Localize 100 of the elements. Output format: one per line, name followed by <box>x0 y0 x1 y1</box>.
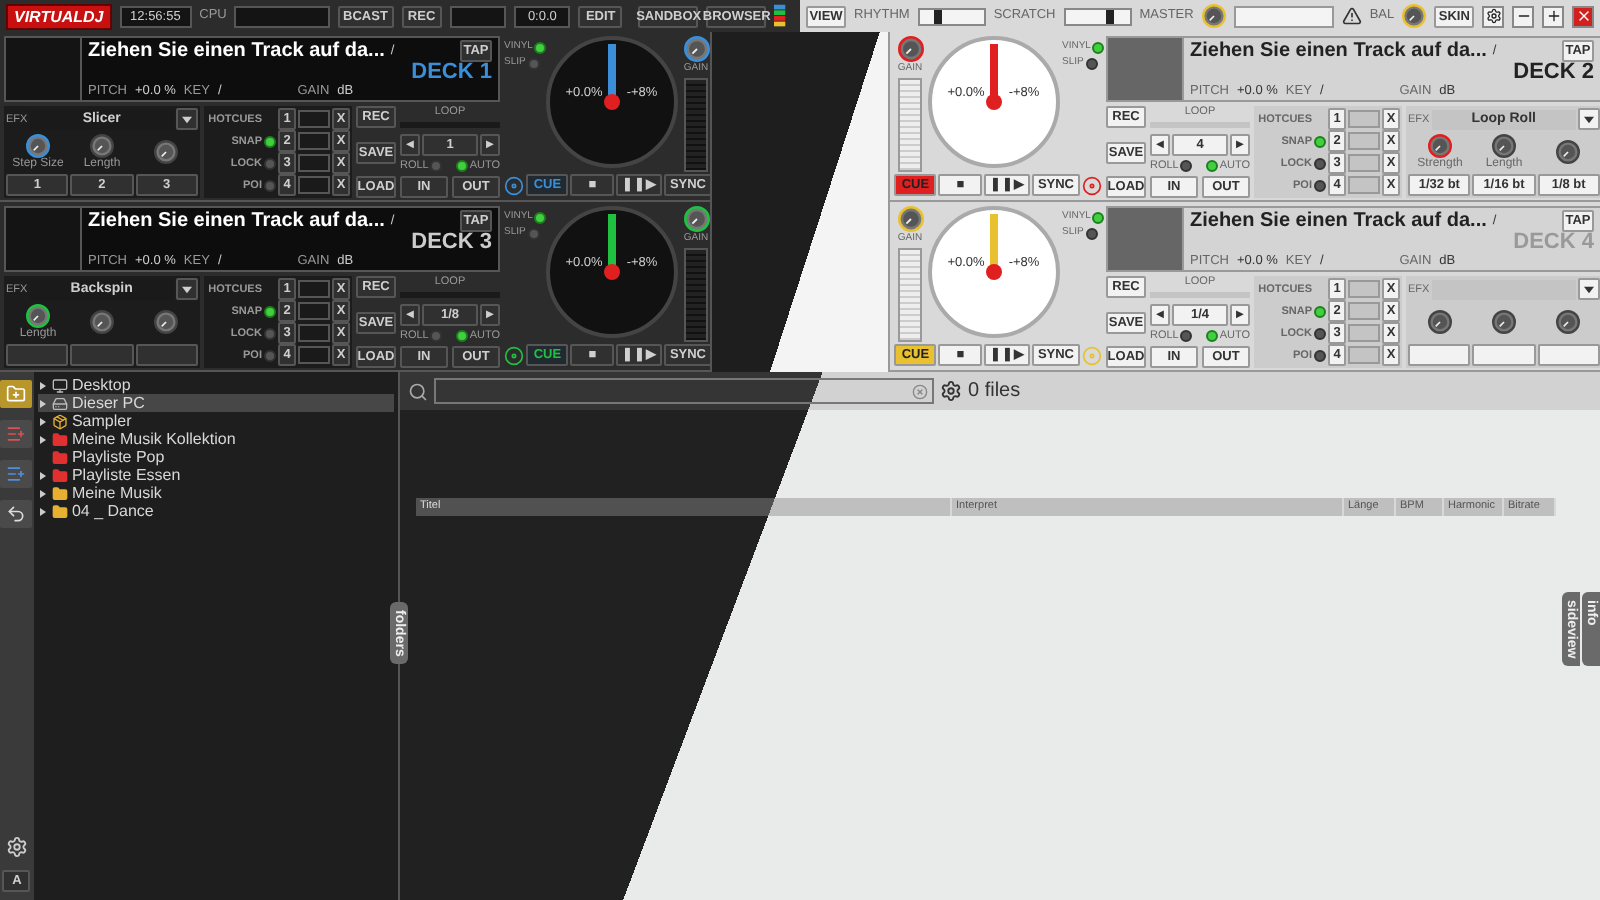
list-plus-icon <box>6 464 27 484</box>
expander-icon[interactable] <box>39 381 46 389</box>
effect-knob[interactable] <box>90 310 114 335</box>
effect-button[interactable] <box>1408 344 1471 367</box>
folder-name: Sampler <box>71 412 132 430</box>
master-knob[interactable] <box>1201 4 1226 28</box>
color-bars-icon[interactable] <box>774 4 786 28</box>
minimize-button[interactable] <box>1512 5 1535 27</box>
center-dot <box>986 264 1002 280</box>
record-display <box>449 5 506 27</box>
track-title: Ziehen Sie einen Track auf da... <box>1190 40 1487 62</box>
expander-icon[interactable] <box>39 399 46 407</box>
folder-tree-item[interactable]: 04 _ Dance <box>37 502 394 520</box>
hotcue-pad <box>298 302 330 321</box>
add-folder-button[interactable] <box>0 380 33 408</box>
deck-name: DECK 2 <box>1513 62 1594 84</box>
back-arrow-icon <box>6 504 27 524</box>
disc-icon[interactable] <box>504 175 524 195</box>
effect-knob[interactable] <box>1556 310 1580 335</box>
folder-tree-item[interactable]: Desktop <box>37 376 394 394</box>
effect-knob[interactable] <box>1428 133 1452 158</box>
folder-tree-item[interactable]: Playliste Pop <box>37 448 394 466</box>
hotcue-pad <box>1348 324 1380 343</box>
settings-button[interactable] <box>1482 5 1505 27</box>
caret-icon <box>1584 285 1594 294</box>
package-icon <box>51 413 68 429</box>
search-field[interactable] <box>434 378 934 404</box>
settings-icon <box>1485 8 1502 24</box>
center-dot <box>986 94 1002 110</box>
effect-knob[interactable] <box>90 133 114 158</box>
folder-tree-item[interactable]: Playliste Essen <box>37 466 394 484</box>
app-logo: VIRTUALDJ <box>6 3 112 29</box>
caret-icon <box>1584 115 1594 124</box>
folder-name: Dieser PC <box>71 394 145 412</box>
folder-name: Playliste Essen <box>71 466 181 484</box>
gain-knob[interactable] <box>897 206 923 232</box>
desktop-icon <box>51 377 68 393</box>
deck-name: DECK 4 <box>1513 232 1594 254</box>
effect-knob[interactable] <box>26 303 50 328</box>
track-title: Ziehen Sie einen Track auf da... <box>1190 210 1487 232</box>
folder-tree-item[interactable]: Dieser PC <box>37 394 394 412</box>
caret-icon <box>182 285 192 294</box>
rhythm-slider[interactable] <box>917 7 986 25</box>
close-button[interactable] <box>1572 5 1595 27</box>
gain-knob[interactable] <box>683 206 709 232</box>
effect-knob[interactable] <box>1428 310 1452 335</box>
file-count: 0 files <box>968 380 1021 402</box>
slider-thumb[interactable] <box>1106 9 1115 23</box>
folder-name: Meine Musik <box>71 484 162 502</box>
settings-icon[interactable] <box>940 380 962 402</box>
disc-icon[interactable] <box>1082 175 1102 195</box>
folder-name: Meine Musik Kollektion <box>71 430 236 448</box>
effect-knob[interactable] <box>1492 310 1516 335</box>
scratch-slider[interactable] <box>1063 7 1132 25</box>
folder-name: Playliste Pop <box>71 448 165 466</box>
folder-name: Desktop <box>71 376 131 394</box>
gain-knob[interactable] <box>897 36 923 62</box>
effect-knob[interactable] <box>1492 133 1516 158</box>
track-title: Ziehen Sie einen Track auf da... <box>88 210 385 232</box>
balance-knob[interactable] <box>1402 4 1427 28</box>
slider-thumb[interactable] <box>934 9 943 23</box>
folder-plus-icon <box>6 384 27 404</box>
folder-name: 04 _ Dance <box>71 502 154 520</box>
expander-icon[interactable] <box>39 471 46 479</box>
cpu-meter <box>234 5 330 27</box>
level-meter <box>898 247 922 342</box>
close-icon <box>1575 8 1592 24</box>
dropdown-button[interactable] <box>176 108 198 131</box>
dropdown-button[interactable] <box>1578 278 1600 301</box>
expander-icon[interactable] <box>39 489 46 497</box>
disc-icon[interactable] <box>504 345 524 365</box>
expander-icon[interactable] <box>39 507 46 515</box>
add-list-button[interactable] <box>0 460 33 488</box>
gain-knob[interactable] <box>683 36 709 62</box>
effect-knob[interactable] <box>26 133 50 158</box>
expander-icon[interactable] <box>39 417 46 425</box>
effect-knob[interactable] <box>154 140 178 165</box>
center-dot <box>604 264 620 280</box>
hotcue-pad <box>298 132 330 151</box>
search-icon <box>408 381 428 401</box>
deck-name: DECK 1 <box>411 62 492 84</box>
effect-button[interactable] <box>1472 344 1536 367</box>
caret-icon <box>182 115 192 124</box>
hotcue-pad <box>1348 132 1380 151</box>
warning-icon <box>1341 6 1362 26</box>
effect-button[interactable] <box>1537 344 1600 367</box>
maximize-button[interactable] <box>1542 5 1565 27</box>
dropdown-button[interactable] <box>1578 108 1600 131</box>
folder-tree-item[interactable]: Meine Musik Kollektion <box>37 430 394 448</box>
expander-icon[interactable] <box>39 435 46 443</box>
effect-knob[interactable] <box>154 310 178 335</box>
master-meter <box>1233 5 1334 27</box>
hotcue-pad <box>298 154 330 173</box>
back-button[interactable] <box>0 500 33 528</box>
effect-knob[interactable] <box>1556 140 1580 165</box>
folder-tree-item[interactable]: Sampler <box>37 412 394 430</box>
folder-tree-item[interactable]: Meine Musik <box>37 484 394 502</box>
list-plus-icon <box>6 424 27 444</box>
dropdown-button[interactable] <box>176 278 198 301</box>
center-dot <box>604 94 620 110</box>
